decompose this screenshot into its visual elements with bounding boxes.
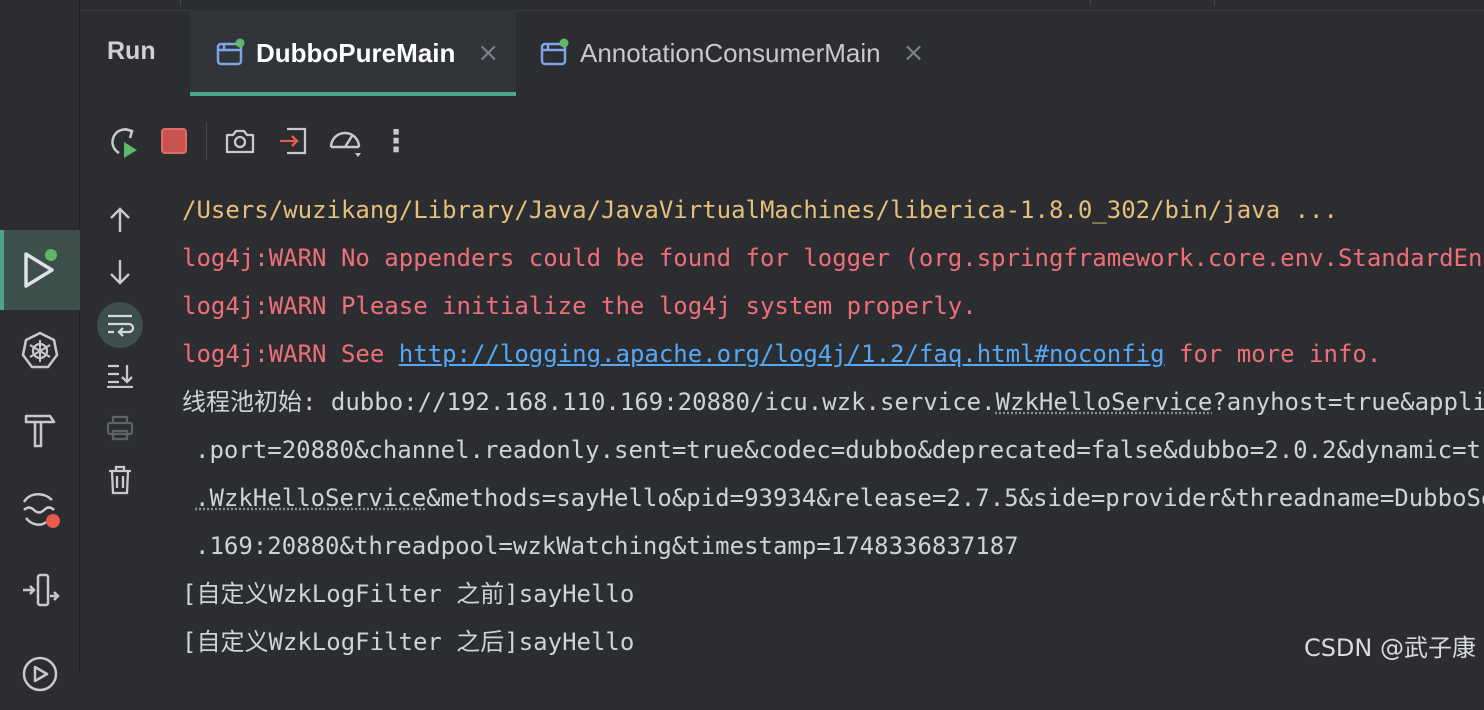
clear-console-button[interactable] [100, 460, 140, 500]
profiler-button[interactable] [325, 121, 365, 161]
tab-annotation-consumer-main[interactable]: AnnotationConsumerMain × [540, 10, 970, 96]
services-icon [22, 656, 58, 692]
editor-tab-edge [180, 0, 181, 6]
services-tool-window-button[interactable] [0, 630, 80, 710]
console-line-info: .WzkHelloService&methods=sayHello&pid=93… [182, 474, 1484, 522]
console-line-command: /Users/wuzikang/Library/Java/JavaVirtual… [182, 196, 1338, 224]
build-hammer-icon [24, 414, 56, 448]
console-line-info: 线程池初始: dubbo://192.168.110.169:20880/icu… [182, 378, 1484, 426]
console-link[interactable]: http://logging.apache.org/log4j/1.2/faq.… [399, 340, 1165, 368]
run-icon [24, 249, 57, 288]
console-line-info: .169:20880&threadpool=wzkWatching&timest… [195, 532, 1019, 560]
console-text: for more info. [1164, 340, 1382, 368]
clear-icon [109, 465, 131, 495]
editor-tab-edge [1090, 0, 1091, 6]
down-button[interactable] [100, 252, 140, 292]
tab-dubbo-pure-main[interactable]: DubboPureMain × [190, 10, 516, 96]
problems-tool-window-button[interactable] [0, 470, 80, 550]
stop-button[interactable] [154, 121, 194, 161]
console-line-warn: log4j:WARN Please initialize the log4j s… [182, 292, 977, 320]
console-class-reference: .WzkHelloService [195, 484, 427, 512]
profiler-icon [329, 131, 361, 157]
scroll-to-end-icon [107, 364, 133, 388]
close-tab-icon[interactable]: × [477, 38, 499, 68]
stop-icon [161, 128, 187, 154]
toolbar-separator [206, 122, 207, 160]
console-output[interactable]: /Users/wuzikang/Library/Java/JavaVirtual… [182, 186, 1484, 666]
console-text: 线程池初始: dubbo://192.168.110.169:20880/icu… [182, 388, 996, 416]
console-line-info: .port=20880&channel.readonly.sent=true&c… [195, 436, 1484, 464]
soft-wrap-toggle[interactable] [97, 302, 143, 348]
editor-tab-edge [1214, 0, 1215, 6]
attach-debugger-icon [280, 127, 307, 155]
structure-icon [23, 573, 60, 607]
up-arrow-icon [110, 207, 130, 232]
attach-debugger-button[interactable] [273, 121, 313, 161]
watermark: CSDN @武子康 [1303, 634, 1476, 662]
run-config-icon [540, 38, 569, 66]
rerun-button[interactable] [103, 121, 143, 161]
console-text: &methods=sayHello&pid=93934&release=2.7.… [426, 484, 1484, 512]
run-tool-window-button[interactable] [0, 230, 80, 310]
console-text: log4j:WARN See [182, 340, 399, 368]
problems-icon [22, 493, 60, 528]
soft-wrap-icon [108, 314, 135, 337]
more-options-button[interactable]: ⋮ [376, 121, 416, 161]
kubernetes-tool-window-button[interactable] [0, 310, 80, 390]
console-line-filter: [自定义WzkLogFilter 之前]sayHello [182, 580, 635, 608]
tool-window-title: Run [107, 37, 156, 65]
run-config-icon [216, 38, 245, 66]
tool-window-strip [0, 0, 80, 692]
up-button[interactable] [100, 200, 140, 240]
print-icon [106, 415, 134, 441]
scroll-to-end-button[interactable] [100, 355, 140, 395]
screenshot-icon [225, 129, 255, 154]
kubernetes-icon [21, 331, 59, 369]
build-tool-window-button[interactable] [0, 390, 80, 470]
close-tab-icon[interactable]: × [903, 38, 925, 68]
console-class-reference: WzkHelloService [995, 388, 1213, 416]
print-button[interactable] [100, 408, 140, 448]
rerun-icon [111, 127, 137, 158]
tab-label: DubboPureMain [256, 37, 456, 68]
console-line-warn: log4j:WARN See http://logging.apache.org… [182, 330, 1484, 378]
console-text: ?anyhost=true&appli [1212, 388, 1484, 416]
tab-label: AnnotationConsumerMain [580, 37, 881, 68]
console-line-filter: [自定义WzkLogFilter 之后]sayHello [182, 628, 635, 656]
console-line-warn: log4j:WARN No appenders could be found f… [182, 244, 1484, 272]
down-arrow-icon [110, 260, 130, 285]
screenshot-button[interactable] [220, 121, 260, 161]
structure-tool-window-button[interactable] [0, 550, 80, 630]
